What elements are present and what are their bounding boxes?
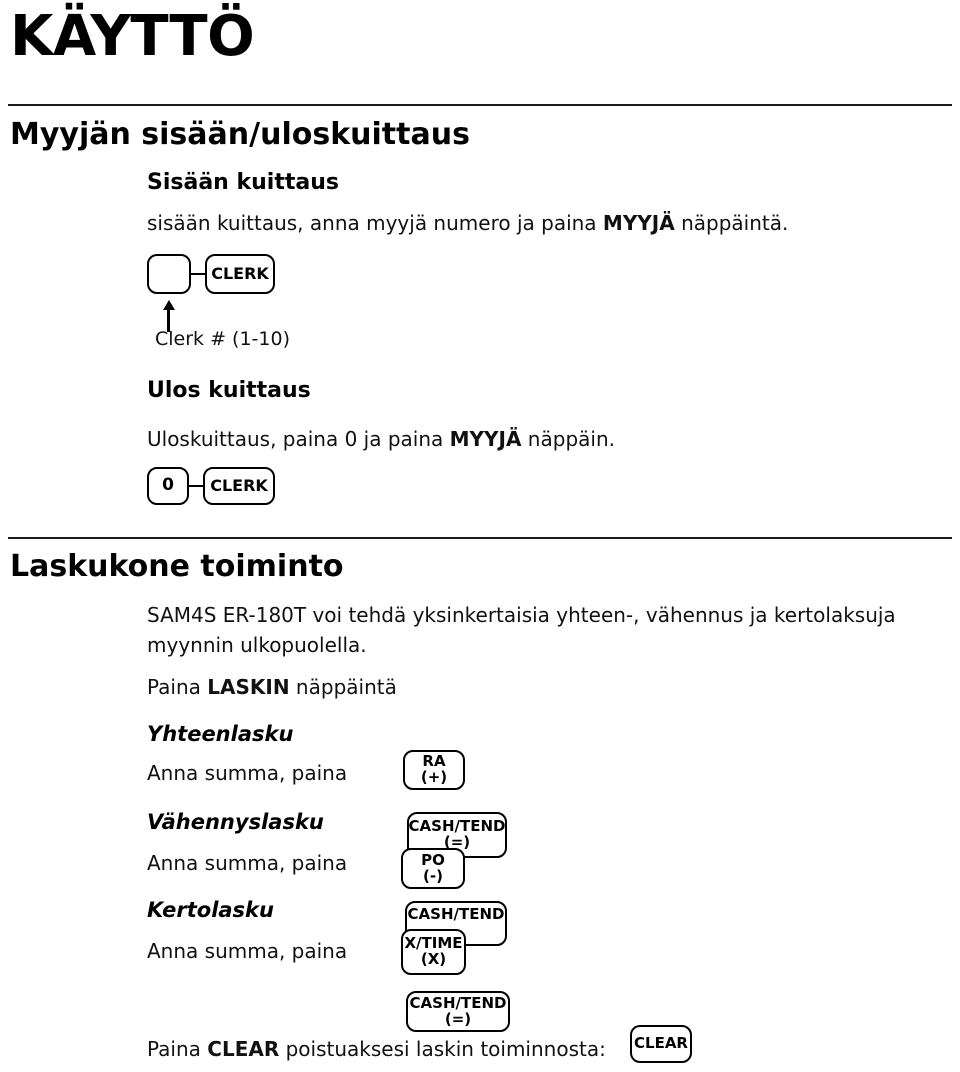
calculator-press-instruction: Paina LASKIN näppäintä — [147, 672, 397, 702]
key-label-line1: 0 — [162, 475, 174, 496]
key-cash-tend-equals-multiplication[interactable]: CASH/TEND (=) — [406, 991, 510, 1032]
calculator-press-pre: Paina — [147, 675, 208, 699]
operation-heading-multiplication: Kertolasku — [147, 898, 274, 922]
operation-heading-subtraction: Vähennyslasku — [147, 810, 324, 834]
key-label-line1: CASH/TEND — [407, 905, 505, 923]
key-label-line2: (+) — [420, 768, 448, 786]
sign-out-description-bold: MYYJÄ — [449, 427, 522, 451]
key-label-line2: (-) — [423, 866, 443, 885]
key-ra-plus[interactable]: RA (+) — [403, 750, 465, 790]
sign-in-description-bold: MYYJÄ — [602, 211, 675, 235]
sign-out-description-pre: Uloskuittaus, paina 0 ja paina — [147, 427, 450, 451]
subsection-heading-sign-out: Ulos kuittaus — [147, 378, 311, 403]
key-label-line1: CLERK — [211, 263, 269, 283]
key-clerk-sign-out[interactable]: CLERK — [203, 467, 275, 505]
key-label-line2: (=) — [444, 1009, 472, 1028]
operation-heading-addition: Yhteenlasku — [147, 722, 294, 746]
sign-out-description: Uloskuittaus, paina 0 ja paina MYYJÄ näp… — [147, 424, 615, 454]
key-x-time[interactable]: X/TIME (X) — [401, 929, 466, 975]
calculator-exit-bold: CLEAR — [207, 1037, 280, 1061]
sign-in-description-post: näppäintä. — [674, 211, 789, 235]
calculator-description: SAM4S ER-180T voi tehdä yksinkertaisia y… — [147, 603, 896, 657]
key-connector-line — [188, 485, 204, 487]
key-label-line1: CLERK — [210, 475, 268, 495]
key-label-line2: (X) — [420, 950, 447, 968]
key-zero[interactable]: 0 — [147, 467, 189, 505]
section-heading-calculator: Laskukone toiminto — [10, 549, 344, 584]
operation-instruction-multiplication: Anna summa, paina — [147, 939, 348, 963]
clerk-number-caption: Clerk # (1-10) — [155, 328, 290, 350]
section-heading-clerk: Myyjän sisään/uloskuittaus — [10, 117, 470, 152]
calculator-exit-instruction: Paina CLEAR poistuaksesi laskin toiminno… — [147, 1034, 606, 1064]
page-title: KÄYTTÖ — [10, 4, 255, 69]
key-clear[interactable]: CLEAR — [630, 1025, 692, 1063]
key-label-line1: CLEAR — [634, 1034, 688, 1053]
calculator-press-bold: LASKIN — [207, 675, 290, 699]
document-page: KÄYTTÖ Myyjän sisään/uloskuittaus Sisään… — [0, 0, 960, 1072]
operation-instruction-subtraction: Anna summa, paina — [147, 851, 348, 875]
key-clerk-sign-in[interactable]: CLERK — [205, 254, 275, 294]
sign-out-description-post: näppäin. — [521, 427, 615, 451]
sign-in-description: sisään kuittaus, anna myyjä numero ja pa… — [147, 208, 788, 238]
horizontal-rule-middle — [8, 537, 952, 539]
calculator-exit-post: poistuaksesi laskin toiminnosta: — [279, 1037, 606, 1061]
horizontal-rule-top — [8, 104, 952, 106]
calculator-press-post: näppäintä — [289, 675, 397, 699]
key-connector-line — [190, 273, 206, 275]
sign-in-description-pre: sisään kuittaus, anna myyjä numero ja pa… — [147, 211, 603, 235]
operation-instruction-addition: Anna summa, paina — [147, 761, 348, 785]
key-po-minus[interactable]: PO (-) — [401, 848, 465, 889]
calculator-exit-pre: Paina — [147, 1037, 208, 1061]
key-clerk-number-entry[interactable] — [147, 254, 191, 294]
subsection-heading-sign-in: Sisään kuittaus — [147, 170, 339, 195]
